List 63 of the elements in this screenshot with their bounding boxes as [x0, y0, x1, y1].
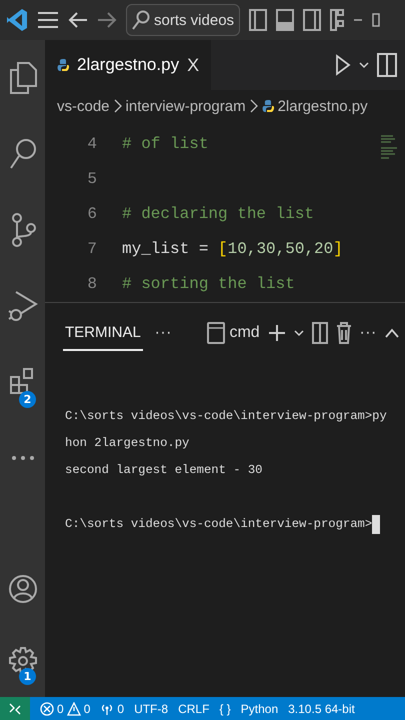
code-line: # of list	[122, 134, 208, 152]
terminal-output: C:\sorts videos\vs-code\interview-program>py	[65, 408, 387, 425]
error-icon	[40, 702, 54, 716]
plus-icon[interactable]	[268, 324, 286, 342]
search-icon	[132, 10, 150, 30]
maximize-icon[interactable]	[372, 13, 380, 27]
search-field[interactable]: sorts videos	[126, 4, 240, 36]
status-item[interactable]: Python	[240, 702, 278, 716]
trash-icon[interactable]	[336, 322, 352, 344]
status-item[interactable]: 3.10.5 64-bit	[288, 702, 355, 716]
python-file-icon	[262, 99, 274, 113]
notification-badge: 2	[19, 391, 36, 408]
chevron-right-icon	[114, 99, 122, 113]
files-icon[interactable]	[8, 62, 36, 94]
menu-icon[interactable]	[37, 11, 59, 29]
more-button[interactable]: ···	[154, 324, 172, 342]
layout-sidebar-right-icon[interactable]	[303, 9, 322, 31]
breadcrumb-item[interactable]: 2largestno.py	[262, 98, 368, 114]
remote-indicator[interactable]	[0, 697, 30, 720]
layout-grid-icon[interactable]	[330, 9, 344, 31]
terminal-output: second largest element - 30	[65, 462, 262, 479]
ports-indicator[interactable]: 0	[100, 702, 124, 716]
editor-tab[interactable]: 2largestno.py X	[45, 40, 212, 90]
terminal-output: C:\sorts videos\vs-code\interview-program>	[65, 516, 372, 533]
line-number: 5	[86, 170, 97, 188]
more-actions-button[interactable]: ···	[360, 324, 377, 342]
notification-badge: 1	[19, 668, 36, 685]
code-line: # sorting the list	[122, 274, 295, 292]
line-number: 6	[86, 204, 97, 222]
status-item[interactable]: UTF-8	[134, 702, 168, 716]
terminal-output: hon 2largestno.py	[65, 435, 190, 452]
chevron-right-icon	[250, 99, 258, 113]
run-debug-icon[interactable]	[8, 289, 38, 323]
problems-indicator[interactable]: 0 0	[40, 702, 90, 716]
terminal-icon	[207, 322, 226, 344]
back-arrow-icon[interactable]	[68, 11, 88, 29]
run-icon[interactable]	[335, 54, 351, 76]
account-icon[interactable]	[8, 574, 38, 604]
layout-sidebar-icon[interactable]	[249, 9, 268, 31]
python-file-icon	[57, 58, 69, 72]
forward-arrow-icon[interactable]	[97, 11, 117, 29]
layout-panel-icon[interactable]	[276, 9, 294, 31]
terminal-selector[interactable]: cmd	[207, 322, 260, 344]
chevron-up-icon[interactable]	[385, 328, 399, 338]
code-line: my_list = [10,30,50,20]	[122, 240, 343, 258]
status-item[interactable]: CRLF	[178, 702, 210, 716]
breadcrumb-item[interactable]: interview-program	[126, 98, 246, 114]
more-icon[interactable]	[10, 454, 36, 462]
status-item[interactable]: { }	[219, 702, 231, 716]
split-terminal-icon[interactable]	[312, 322, 328, 344]
panel-tab[interactable]: TERMINAL	[63, 316, 143, 350]
vscode-logo-icon	[6, 8, 28, 32]
split-editor-icon[interactable]	[377, 53, 397, 77]
chevron-down-icon[interactable]	[294, 329, 304, 337]
line-number: 8	[86, 274, 97, 292]
chevron-down-icon[interactable]	[359, 61, 369, 69]
code-line: # declaring the list	[122, 204, 314, 222]
search-icon[interactable]	[8, 138, 36, 170]
line-number: 7	[86, 240, 97, 258]
warning-icon	[66, 702, 81, 716]
broadcast-icon	[100, 702, 114, 716]
breadcrumb-item[interactable]: vs-code	[57, 98, 110, 114]
line-number: 4	[86, 134, 97, 152]
